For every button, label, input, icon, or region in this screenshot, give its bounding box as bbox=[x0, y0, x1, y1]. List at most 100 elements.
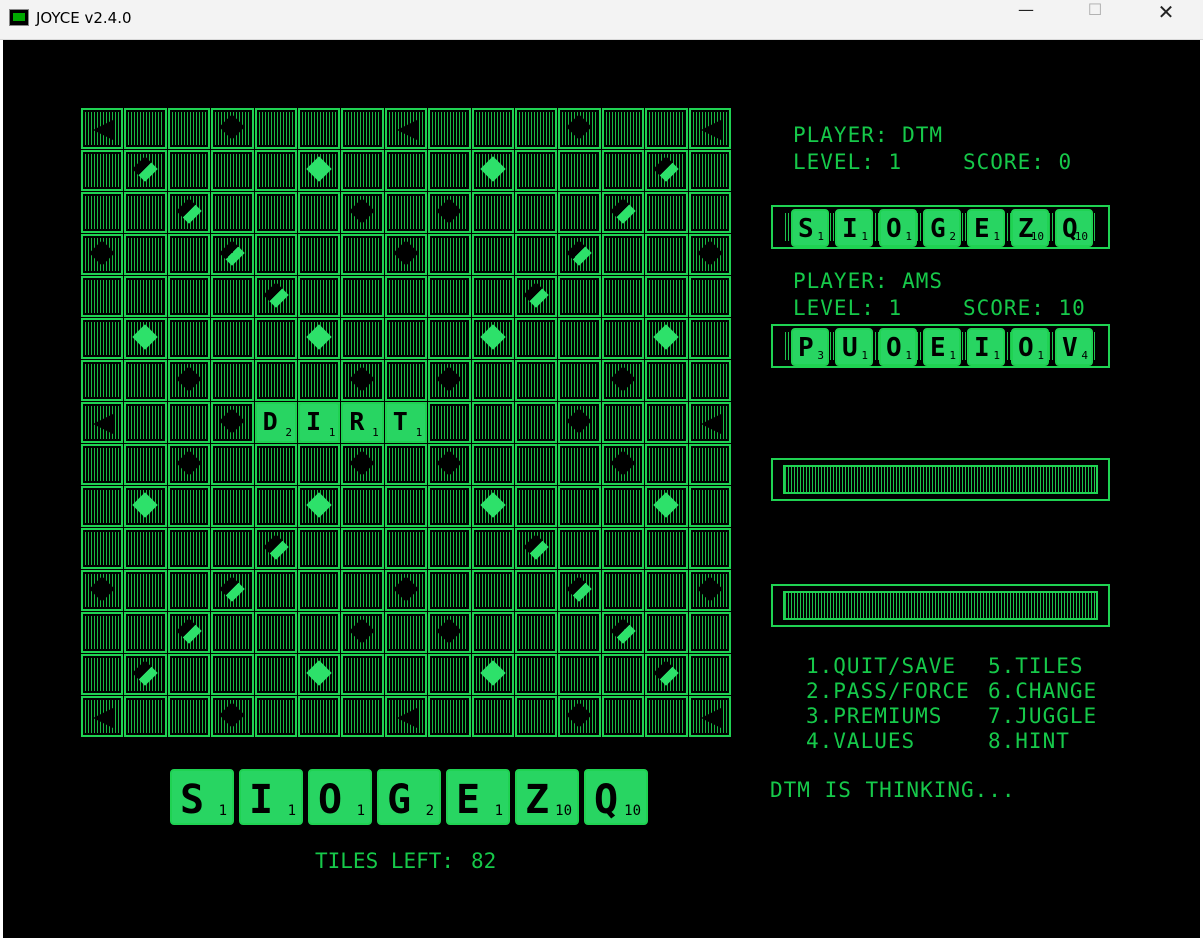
board-cell[interactable] bbox=[384, 696, 428, 737]
board-cell[interactable] bbox=[341, 444, 384, 485]
board-cell[interactable] bbox=[471, 654, 514, 695]
board-cell[interactable] bbox=[471, 612, 514, 653]
board-cell[interactable] bbox=[384, 654, 428, 695]
board-cell[interactable] bbox=[515, 360, 558, 401]
board-cell[interactable] bbox=[254, 234, 297, 275]
board-cell[interactable] bbox=[428, 486, 471, 527]
board-cell[interactable] bbox=[601, 150, 645, 191]
board-cell[interactable] bbox=[645, 570, 688, 611]
board-cell[interactable] bbox=[558, 108, 601, 149]
board-tile[interactable]: I1 bbox=[298, 402, 341, 443]
rack-tile[interactable]: Z 10 bbox=[515, 769, 579, 825]
board-cell[interactable] bbox=[471, 486, 514, 527]
menu-tiles[interactable]: 5.TILES bbox=[988, 654, 1084, 678]
board-cell[interactable] bbox=[254, 108, 297, 149]
board-cell[interactable] bbox=[167, 192, 211, 233]
board-cell[interactable] bbox=[688, 192, 731, 233]
board-cell[interactable] bbox=[515, 276, 558, 317]
board-cell[interactable] bbox=[601, 696, 645, 737]
board-cell[interactable] bbox=[81, 654, 124, 695]
board-cell[interactable] bbox=[211, 402, 254, 443]
board-cell[interactable] bbox=[515, 192, 558, 233]
board-cell[interactable] bbox=[645, 654, 688, 695]
board-cell[interactable] bbox=[81, 276, 124, 317]
board-cell[interactable] bbox=[254, 528, 297, 569]
board-cell[interactable] bbox=[211, 696, 254, 737]
board-cell[interactable] bbox=[254, 318, 297, 359]
board-cell[interactable] bbox=[254, 486, 297, 527]
board-cell[interactable] bbox=[601, 570, 645, 611]
board-cell[interactable] bbox=[558, 570, 601, 611]
board-cell[interactable] bbox=[298, 696, 341, 737]
board-cell[interactable] bbox=[124, 276, 167, 317]
board-cell[interactable] bbox=[167, 444, 211, 485]
board-cell[interactable] bbox=[81, 234, 124, 275]
board-cell[interactable] bbox=[515, 696, 558, 737]
board-cell[interactable] bbox=[384, 444, 428, 485]
board-cell[interactable] bbox=[254, 360, 297, 401]
board-cell[interactable] bbox=[341, 192, 384, 233]
board-cell[interactable] bbox=[428, 150, 471, 191]
menu-values[interactable]: 4.VALUES bbox=[806, 729, 915, 753]
board-cell[interactable] bbox=[558, 654, 601, 695]
board-cell[interactable] bbox=[384, 528, 428, 569]
board-cell[interactable] bbox=[645, 402, 688, 443]
board-cell[interactable] bbox=[298, 612, 341, 653]
rack-tile[interactable]: E1 bbox=[446, 769, 510, 825]
board-cell[interactable] bbox=[341, 318, 384, 359]
board-cell[interactable] bbox=[515, 486, 558, 527]
board-cell[interactable] bbox=[645, 234, 688, 275]
board-cell[interactable] bbox=[688, 654, 731, 695]
board-cell[interactable] bbox=[167, 528, 211, 569]
board-cell[interactable] bbox=[211, 486, 254, 527]
maximize-button[interactable]: ☐ bbox=[1072, 0, 1118, 39]
board-cell[interactable] bbox=[645, 360, 688, 401]
board-cell[interactable] bbox=[254, 444, 297, 485]
board-cell[interactable] bbox=[688, 402, 731, 443]
board-cell[interactable] bbox=[515, 444, 558, 485]
board-cell[interactable] bbox=[428, 402, 471, 443]
board-cell[interactable] bbox=[645, 528, 688, 569]
board-cell[interactable] bbox=[601, 654, 645, 695]
board-cell[interactable] bbox=[688, 444, 731, 485]
board-cell[interactable] bbox=[167, 108, 211, 149]
board-cell[interactable] bbox=[298, 570, 341, 611]
menu-quit-save[interactable]: 1.QUIT/SAVE bbox=[806, 654, 956, 678]
board-cell[interactable] bbox=[254, 570, 297, 611]
board-cell[interactable] bbox=[124, 528, 167, 569]
board-cell[interactable] bbox=[341, 612, 384, 653]
board-cell[interactable] bbox=[124, 402, 167, 443]
board-cell[interactable] bbox=[211, 360, 254, 401]
board-cell[interactable] bbox=[124, 108, 167, 149]
board-cell[interactable] bbox=[601, 444, 645, 485]
board-cell[interactable] bbox=[81, 612, 124, 653]
board-cell[interactable] bbox=[167, 360, 211, 401]
board-cell[interactable] bbox=[515, 570, 558, 611]
board-cell[interactable] bbox=[124, 612, 167, 653]
board-cell[interactable] bbox=[428, 528, 471, 569]
board-cell[interactable] bbox=[384, 276, 428, 317]
board-cell[interactable] bbox=[471, 360, 514, 401]
rack-tile[interactable]: G2 bbox=[377, 769, 441, 825]
board-cell[interactable] bbox=[558, 150, 601, 191]
board-tile[interactable]: T1 bbox=[384, 402, 428, 443]
board-cell[interactable] bbox=[515, 318, 558, 359]
rack-tile[interactable]: O1 bbox=[308, 769, 372, 825]
board-cell[interactable] bbox=[124, 318, 167, 359]
board-cell[interactable] bbox=[167, 486, 211, 527]
board-cell[interactable] bbox=[515, 654, 558, 695]
board-cell[interactable] bbox=[688, 696, 731, 737]
board-cell[interactable] bbox=[688, 612, 731, 653]
board-cell[interactable] bbox=[341, 528, 384, 569]
rack-tile[interactable]: Q 10 bbox=[584, 769, 648, 825]
board-cell[interactable] bbox=[558, 528, 601, 569]
rack-tile[interactable]: S1 bbox=[170, 769, 234, 825]
board-cell[interactable] bbox=[558, 192, 601, 233]
board-cell[interactable] bbox=[471, 108, 514, 149]
board-cell[interactable] bbox=[601, 276, 645, 317]
board-cell[interactable] bbox=[601, 612, 645, 653]
board-cell[interactable] bbox=[81, 486, 124, 527]
board-cell[interactable] bbox=[298, 444, 341, 485]
board-cell[interactable] bbox=[167, 570, 211, 611]
board-cell[interactable] bbox=[558, 234, 601, 275]
